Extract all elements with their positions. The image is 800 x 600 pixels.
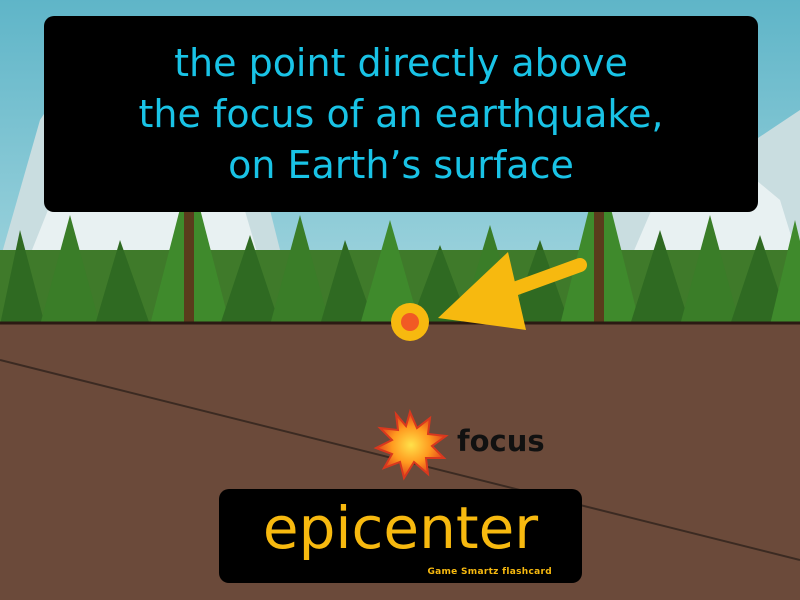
definition-line: the focus of an earthquake, — [138, 91, 664, 136]
term-box: epicenter Game Smartz flashcard — [219, 489, 582, 583]
brand-label: Game Smartz flashcard — [427, 567, 552, 577]
definition-text: the point directly above the focus of an… — [121, 38, 682, 191]
term-word: epicenter — [262, 494, 539, 562]
definition-box: the point directly above the focus of an… — [44, 16, 758, 212]
flashcard: the point directly above the focus of an… — [0, 0, 800, 600]
definition-line: the point directly above — [174, 40, 628, 85]
focus-label: focus — [457, 424, 545, 458]
definition-line: on Earth’s surface — [228, 142, 574, 187]
epicenter-dot-icon — [391, 303, 429, 341]
